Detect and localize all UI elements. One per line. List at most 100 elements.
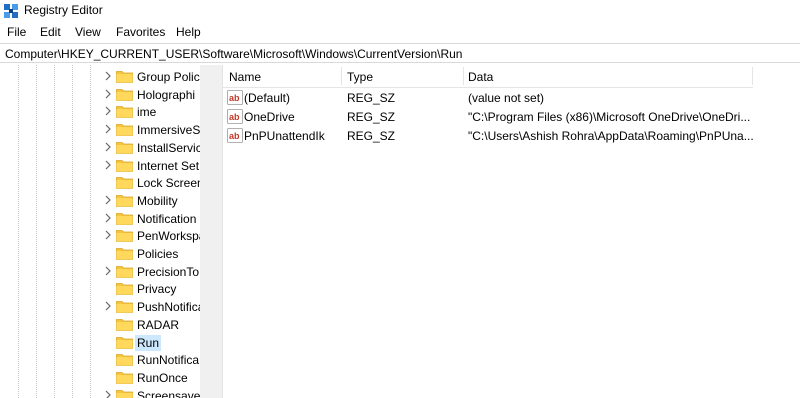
- key-tree[interactable]: Group Polic Holographi ime ImmersiveS Instal…: [0, 65, 200, 398]
- tree-item-label: PenWorkspa: [137, 229, 200, 244]
- folder-icon: [116, 230, 133, 243]
- value-type: REG_SZ: [347, 91, 396, 105]
- folder-icon: [116, 389, 133, 398]
- tree-item[interactable]: PrecisionTo: [0, 262, 200, 280]
- chevron-right-icon[interactable]: [103, 264, 113, 278]
- tree-item-label: Screensaver: [137, 388, 200, 398]
- tree-item[interactable]: PushNotifica: [0, 297, 200, 315]
- tree-item-label: RADAR: [137, 317, 180, 332]
- menu-file[interactable]: File: [7, 25, 26, 39]
- chevron-right-icon[interactable]: [103, 140, 113, 154]
- tree-item-label: Notification: [137, 211, 197, 226]
- values-list[interactable]: Name Type Data ab (Default) REG_SZ (value n…: [223, 65, 800, 398]
- folder-icon: [116, 88, 133, 101]
- value-type: REG_SZ: [347, 110, 396, 124]
- window-title: Registry Editor: [24, 3, 103, 17]
- tree-item-label: RunNotifica: [137, 353, 200, 368]
- chevron-right-icon[interactable]: [103, 211, 113, 225]
- address-path[interactable]: Computer\HKEY_CURRENT_USER\Software\Micr…: [5, 47, 462, 61]
- tree-item-label: PushNotifica: [137, 300, 200, 315]
- tree-item-label: RunOnce: [137, 370, 188, 385]
- column-separator[interactable]: [463, 67, 464, 85]
- folder-icon: [116, 71, 133, 83]
- tree-item[interactable]: PenWorkspa: [0, 226, 200, 244]
- tree-item[interactable]: InstallServic: [0, 138, 200, 156]
- tree-item[interactable]: Screensaver: [0, 386, 200, 398]
- value-name: OneDrive: [244, 110, 295, 124]
- registry-editor-icon: [4, 4, 18, 18]
- svg-text:ab: ab: [229, 131, 240, 141]
- folder-icon: [116, 318, 133, 331]
- tree-item[interactable]: Lock Screen: [0, 173, 200, 191]
- menu-view[interactable]: View: [75, 25, 101, 39]
- tree-item-label: Lock Screen: [137, 176, 200, 191]
- tree-item-label: Holographi: [137, 87, 196, 102]
- chevron-right-icon[interactable]: [103, 122, 113, 136]
- tree-item[interactable]: Group Polic: [0, 67, 200, 85]
- folder-icon: [116, 371, 133, 384]
- folder-icon: [116, 301, 133, 313]
- string-value-icon: ab: [227, 128, 243, 143]
- tree-item[interactable]: Internet Set: [0, 156, 200, 174]
- tree-item[interactable]: Mobility: [0, 191, 200, 209]
- chevron-right-icon[interactable]: [103, 158, 113, 172]
- menu-bar: File Edit View Favorites Help: [0, 22, 800, 42]
- menu-edit[interactable]: Edit: [40, 25, 61, 39]
- folder-icon: [116, 283, 133, 296]
- chevron-right-icon[interactable]: [103, 228, 113, 242]
- value-name: PnPUnattendIk: [244, 129, 325, 143]
- string-value-icon: ab: [227, 109, 243, 124]
- column-header-data[interactable]: Data: [468, 65, 493, 87]
- tree-item-label: Privacy: [137, 282, 177, 297]
- chevron-right-icon[interactable]: [103, 104, 113, 118]
- folder-icon: [116, 248, 133, 260]
- tree-scrollbar[interactable]: [200, 65, 222, 398]
- folder-icon: [116, 141, 133, 154]
- tree-item-label: Mobility: [137, 193, 178, 208]
- chevron-right-icon[interactable]: [103, 69, 113, 83]
- tree-item-label: InstallServic: [137, 140, 200, 155]
- tree-item[interactable]: ImmersiveS: [0, 120, 200, 138]
- string-value-icon: ab: [227, 90, 243, 105]
- tree-item[interactable]: Holographi: [0, 85, 200, 103]
- column-separator[interactable]: [752, 67, 753, 85]
- chevron-right-icon[interactable]: [103, 299, 113, 313]
- tree-item[interactable]: RunNotifica: [0, 350, 200, 368]
- folder-icon: [116, 354, 133, 367]
- tree-item-label: ime: [137, 105, 157, 120]
- tree-item[interactable]: RunOnce: [0, 368, 200, 386]
- tree-item-label: Policies: [137, 247, 179, 261]
- tree-item-label: Internet Set: [137, 158, 200, 173]
- menu-help[interactable]: Help: [176, 25, 201, 39]
- value-data: "C:\Program Files (x86)\Microsoft OneDri…: [468, 110, 751, 124]
- value-row[interactable]: ab PnPUnattendIk REG_SZ "C:\Users\Ashish Ro…: [223, 126, 800, 145]
- value-data: (value not set): [468, 91, 545, 105]
- tree-item-label: PrecisionTo: [137, 264, 200, 279]
- value-type: REG_SZ: [347, 129, 396, 143]
- chevron-right-icon[interactable]: [103, 87, 113, 101]
- value-row[interactable]: ab OneDrive REG_SZ "C:\Program Files (x86)\…: [223, 107, 800, 126]
- folder-icon: [116, 159, 133, 172]
- column-separator[interactable]: [341, 67, 342, 85]
- column-header-type[interactable]: Type: [347, 65, 373, 87]
- column-header-name[interactable]: Name: [229, 65, 261, 87]
- tree-item[interactable]: Privacy: [0, 279, 200, 297]
- chevron-right-icon[interactable]: [103, 193, 113, 207]
- title-bar: Registry Editor: [0, 0, 800, 22]
- tree-item[interactable]: RADAR: [0, 315, 200, 333]
- chevron-right-icon[interactable]: [103, 388, 113, 398]
- value-name: (Default): [244, 91, 291, 105]
- tree-item[interactable]: Notification: [0, 209, 200, 227]
- folder-icon: [116, 106, 133, 119]
- value-row[interactable]: ab (Default) REG_SZ (value not set): [223, 88, 800, 107]
- tree-item[interactable]: Policies: [0, 244, 200, 262]
- folder-icon: [116, 124, 133, 136]
- folder-icon: [116, 177, 133, 190]
- tree-item-label: ImmersiveS: [137, 123, 200, 138]
- tree-item-label: Group Polic: [137, 70, 200, 84]
- tree-item[interactable]: Run: [0, 333, 200, 351]
- value-data: "C:\Users\Ashish Rohra\AppData\Roaming\P…: [468, 129, 753, 143]
- tree-item[interactable]: ime: [0, 102, 200, 120]
- menu-favorites[interactable]: Favorites: [116, 25, 165, 39]
- address-bar[interactable]: Computer\HKEY_CURRENT_USER\Software\Micr…: [0, 43, 800, 63]
